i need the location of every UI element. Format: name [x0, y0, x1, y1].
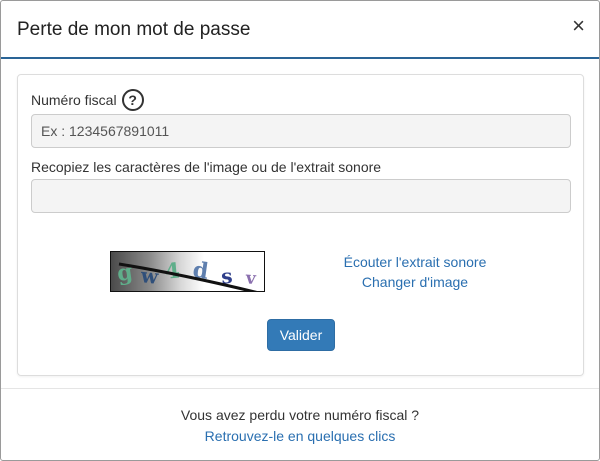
captcha-actions: Écouter l'extrait sonore Changer d'image — [328, 252, 502, 292]
footer-divider — [1, 388, 599, 389]
fiscal-number-input[interactable] — [31, 114, 571, 148]
submit-button[interactable]: Valider — [267, 319, 335, 351]
listen-audio-link[interactable]: Écouter l'extrait sonore — [328, 252, 502, 272]
help-icon[interactable]: ? — [121, 89, 144, 111]
form-panel: Numéro fiscal ? Recopiez les caractères … — [17, 74, 584, 376]
captcha-char: 4 — [164, 257, 181, 283]
captcha-label: Recopiez les caractères de l'image ou de… — [31, 159, 382, 175]
dialog-footer: Vous avez perdu votre numéro fiscal ? Re… — [1, 405, 599, 447]
captcha-graphic: gw4dsv — [111, 252, 264, 291]
captcha-image: gw4dsv — [110, 251, 265, 292]
captcha-input[interactable] — [31, 179, 571, 213]
dialog-header: Perte de mon mot de passe × — [1, 1, 599, 59]
fiscal-label-row: Numéro fiscal ? — [31, 89, 144, 111]
recover-fiscal-number-link[interactable]: Retrouvez-le en quelques clics — [1, 426, 599, 447]
change-image-link[interactable]: Changer d'image — [328, 272, 502, 292]
dialog-title: Perte de mon mot de passe — [17, 19, 251, 40]
lost-fiscal-number-text: Vous avez perdu votre numéro fiscal ? — [180, 407, 420, 423]
fiscal-number-label: Numéro fiscal — [31, 92, 117, 108]
password-recovery-dialog: Perte de mon mot de passe × Numéro fisca… — [0, 0, 600, 461]
close-icon[interactable]: × — [572, 13, 585, 39]
